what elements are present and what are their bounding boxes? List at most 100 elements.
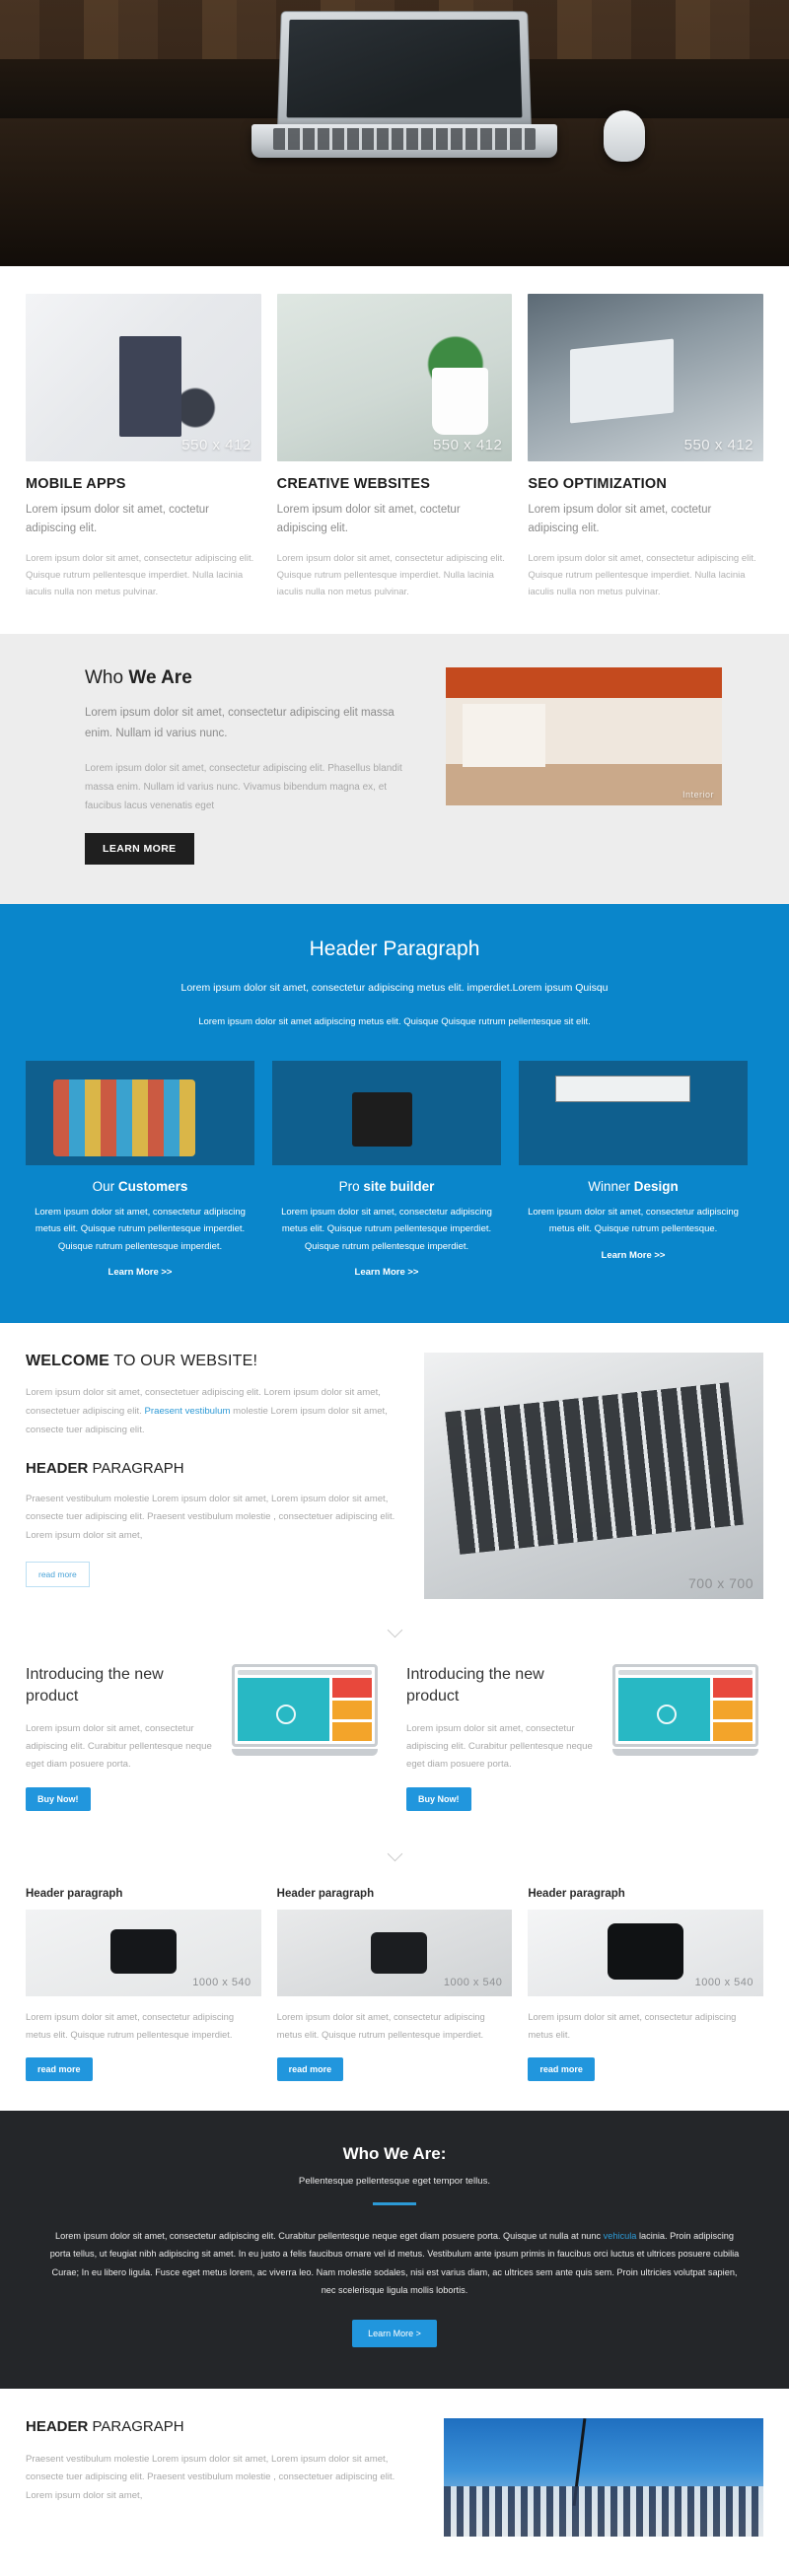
intro-products-section: Introducing the new product Lorem ipsum … bbox=[0, 1646, 789, 1833]
laptop-illustration-titlebar bbox=[238, 1670, 372, 1676]
service-card-creative-websites: 550 x 412 CREATIVE WEBSITES Lorem ipsum … bbox=[276, 294, 513, 600]
learn-more-button[interactable]: LEARN MORE bbox=[85, 832, 194, 865]
laptop-illustration bbox=[232, 1664, 378, 1757]
blue-columns: Our Customers Lorem ipsum dolor sit amet… bbox=[26, 1060, 763, 1281]
panel-orange bbox=[332, 1700, 372, 1720]
bottom-image-wrap bbox=[444, 2417, 763, 2537]
interior-image: Interior bbox=[446, 667, 722, 806]
welcome-title-light: TO OUR WEBSITE! bbox=[108, 1353, 258, 1370]
welcome-title-bold: WELCOME bbox=[26, 1353, 109, 1370]
read-more-button[interactable]: read more bbox=[528, 2057, 595, 2082]
blue-column-title-bold: Customers bbox=[117, 1178, 188, 1194]
who-we-are-image-wrap: Interior bbox=[446, 667, 722, 865]
dark-heading: Who We Are: bbox=[342, 2144, 447, 2164]
blue-column-title-bold: site builder bbox=[363, 1178, 435, 1194]
service-body: Lorem ipsum dolor sit amet, consectetur … bbox=[528, 552, 756, 598]
learn-more-button[interactable]: Learn More > bbox=[352, 2319, 437, 2347]
chevron-down-icon bbox=[387, 1846, 402, 1862]
blue-heading: Header Paragraph bbox=[309, 937, 480, 960]
intro-product-block-1: Introducing the new product Lorem ipsum … bbox=[26, 1664, 383, 1812]
who-we-are-title-light: Who bbox=[85, 667, 129, 689]
blue-column-learn-more-link[interactable]: Learn More >> bbox=[108, 1267, 173, 1278]
blue-column-title: Pro site builder bbox=[272, 1179, 501, 1194]
welcome-title: WELCOME TO OUR WEBSITE! bbox=[26, 1353, 400, 1370]
blue-column-title: Our Customers bbox=[26, 1179, 254, 1194]
image-placeholder-label: 1000 x 540 bbox=[443, 1977, 503, 1989]
read-more-button[interactable]: read more bbox=[276, 2057, 344, 2082]
service-lead: Lorem ipsum dolor sit amet, coctetur adi… bbox=[528, 504, 712, 534]
laptop-illustration-base bbox=[232, 1749, 378, 1757]
blue-column-learn-more-link[interactable]: Learn More >> bbox=[602, 1250, 666, 1261]
welcome-subtitle-bold: HEADER bbox=[26, 1459, 89, 1477]
welcome-inline-link[interactable]: Praesent vestibulum bbox=[145, 1406, 231, 1417]
who-we-are-lead: Lorem ipsum dolor sit amet, consectetur … bbox=[85, 707, 394, 740]
image-placeholder-label: 1000 x 540 bbox=[192, 1977, 251, 1989]
panel-yellow bbox=[332, 1722, 372, 1742]
product-card-image: 1000 x 540 bbox=[26, 1910, 261, 1997]
laptop-illustration-sidebar bbox=[713, 1678, 753, 1742]
laptop-screen bbox=[277, 11, 532, 129]
hero-mouse-image bbox=[604, 110, 645, 162]
product-cards-section: Header paragraph 1000 x 540 Lorem ipsum … bbox=[0, 1870, 789, 2111]
blue-column-body: Lorem ipsum dolor sit amet, consectetur … bbox=[35, 1206, 246, 1252]
product-card-body: Lorem ipsum dolor sit amet, consectetur … bbox=[528, 2011, 737, 2041]
image-placeholder-label: 550 x 412 bbox=[432, 437, 503, 453]
services-section: 550 x 412 MOBILE APPS Lorem ipsum dolor … bbox=[0, 266, 789, 634]
intro-product-body: Lorem ipsum dolor sit amet, consectetur … bbox=[406, 1722, 593, 1771]
product-card-body: Lorem ipsum dolor sit amet, consectetur … bbox=[276, 2011, 485, 2041]
blue-column-learn-more-link[interactable]: Learn More >> bbox=[355, 1267, 419, 1278]
laptop-illustration-body bbox=[618, 1678, 753, 1742]
dark-body-text: Lorem ipsum dolor sit amet, consectetur … bbox=[49, 2227, 740, 2300]
intro-product-block-2: Introducing the new product Lorem ipsum … bbox=[406, 1664, 763, 1812]
hero-banner bbox=[0, 0, 789, 266]
intro-product-title: Introducing the new product bbox=[406, 1666, 544, 1705]
laptop-illustration-body bbox=[238, 1678, 372, 1742]
who-we-are-title-bold: We Are bbox=[128, 667, 192, 689]
read-more-button[interactable]: read more bbox=[26, 2057, 93, 2082]
buy-now-button[interactable]: Buy Now! bbox=[26, 1787, 91, 1812]
bottom-body: Praesent vestibulum molestie Lorem ipsum… bbox=[26, 2453, 395, 2502]
blue-column-body: Lorem ipsum dolor sit amet, consectetur … bbox=[528, 1206, 739, 1235]
bottom-title-light: PARAGRAPH bbox=[88, 2417, 184, 2435]
intro-product-title: Introducing the new product bbox=[26, 1666, 164, 1705]
product-card-title: Header paragraph bbox=[528, 1888, 625, 1901]
scroll-divider-2 bbox=[0, 1833, 789, 1870]
product-card-title: Header paragraph bbox=[26, 1888, 123, 1901]
service-image: 550 x 412 bbox=[276, 294, 513, 461]
blue-column-image bbox=[26, 1060, 254, 1165]
dark-subheading: Pellentesque pellentesque eget tempor te… bbox=[298, 2176, 491, 2188]
chevron-down-icon bbox=[387, 1623, 402, 1638]
service-body: Lorem ipsum dolor sit amet, consectetur … bbox=[26, 552, 254, 598]
dark-inline-link[interactable]: vehicula bbox=[604, 2231, 637, 2241]
page-root: 550 x 412 MOBILE APPS Lorem ipsum dolor … bbox=[0, 0, 789, 2576]
intro-product-body: Lorem ipsum dolor sit amet, consectetur … bbox=[26, 1722, 212, 1771]
read-more-button[interactable]: read more bbox=[26, 1561, 90, 1587]
blue-feature-section: Header Paragraph Lorem ipsum dolor sit a… bbox=[0, 903, 789, 1324]
blue-column-winner-design: Winner Design Lorem ipsum dolor sit amet… bbox=[519, 1060, 748, 1281]
product-card-2: Header paragraph 1000 x 540 Lorem ipsum … bbox=[276, 1888, 513, 2082]
service-image: 550 x 412 bbox=[528, 294, 764, 461]
blue-subtext-1: Lorem ipsum dolor sit amet, consectetur … bbox=[180, 981, 609, 994]
welcome-subtitle: HEADER PARAGRAPH bbox=[26, 1460, 400, 1477]
service-lead: Lorem ipsum dolor sit amet, coctetur adi… bbox=[276, 504, 461, 534]
welcome-image-wrap: 700 x 700 bbox=[424, 1353, 763, 1600]
blue-column-title-bold: Design bbox=[633, 1178, 679, 1194]
buy-now-button[interactable]: Buy Now! bbox=[406, 1787, 471, 1812]
laptop-illustration-base bbox=[612, 1749, 758, 1757]
wifi-icon bbox=[238, 1678, 329, 1742]
blue-subtext-2: Lorem ipsum dolor sit amet adipiscing me… bbox=[198, 1016, 591, 1028]
bottom-title: HEADER PARAGRAPH bbox=[26, 2418, 420, 2435]
service-card-mobile-apps: 550 x 412 MOBILE APPS Lorem ipsum dolor … bbox=[26, 294, 261, 600]
image-placeholder-label: 700 x 700 bbox=[688, 1575, 753, 1592]
welcome-content: WELCOME TO OUR WEBSITE! Lorem ipsum dolo… bbox=[26, 1353, 400, 1599]
blue-column-title: Winner Design bbox=[519, 1179, 748, 1194]
panel-red bbox=[713, 1678, 753, 1698]
product-card-image: 1000 x 540 bbox=[528, 1910, 764, 1997]
panel-yellow bbox=[713, 1722, 753, 1742]
dark-body-part-a: Lorem ipsum dolor sit amet, consectetur … bbox=[55, 2231, 604, 2242]
laptop-illustration-screen bbox=[232, 1664, 378, 1748]
product-card-image: 1000 x 540 bbox=[276, 1910, 513, 1997]
intro-product-text: Introducing the new product Lorem ipsum … bbox=[26, 1664, 218, 1812]
who-we-are-section: Who We Are Lorem ipsum dolor sit amet, c… bbox=[0, 634, 789, 904]
service-lead: Lorem ipsum dolor sit amet, coctetur adi… bbox=[26, 504, 209, 534]
